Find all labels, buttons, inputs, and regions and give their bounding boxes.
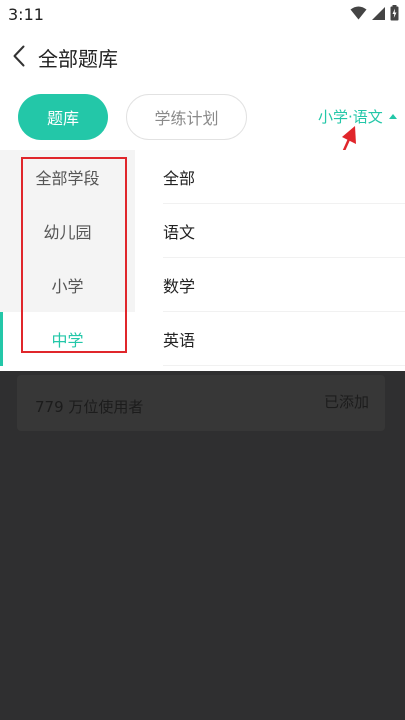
tab-study-plan[interactable]: 学练计划 (126, 94, 247, 140)
active-indicator (0, 312, 3, 366)
signal-icon (372, 6, 385, 20)
subject-list: 全部 语文 数学 英语 (135, 150, 405, 366)
added-button[interactable]: 已添加 (324, 391, 369, 412)
battery-icon (390, 5, 399, 21)
back-button[interactable] (8, 43, 30, 69)
caret-up-icon (388, 114, 397, 119)
subject-item-all[interactable]: 全部 (163, 150, 405, 204)
chevron-left-icon (13, 45, 25, 67)
page-title: 全部题库 (38, 47, 118, 71)
user-count-text: 779 万位使用者 (35, 398, 144, 416)
status-icons (350, 5, 399, 21)
status-bar: 3:11 (0, 0, 405, 30)
background-card: 779 万位使用者 已添加 (17, 375, 385, 431)
tab-question-bank[interactable]: 题库 (18, 94, 108, 140)
subject-item-math[interactable]: 数学 (163, 258, 405, 312)
level-item-secondary-label: 中学 (51, 331, 84, 350)
filter-label: 小学·语文 (318, 108, 383, 126)
filter-dropdown: 全部学段 幼儿园 小学 中学 全部 语文 数学 英语 (0, 150, 405, 370)
wifi-icon (350, 6, 367, 20)
level-item-kindergarten[interactable]: 幼儿园 (0, 204, 135, 258)
status-time: 3:11 (8, 5, 44, 24)
level-item-all[interactable]: 全部学段 (0, 150, 135, 204)
grade-subject-filter[interactable]: 小学·语文 (318, 106, 397, 127)
education-level-list: 全部学段 幼儿园 小学 中学 (0, 150, 135, 366)
level-item-secondary[interactable]: 中学 (0, 312, 135, 366)
level-item-primary[interactable]: 小学 (0, 258, 135, 312)
app-bar: 全部题库 (0, 30, 405, 82)
subject-item-english[interactable]: 英语 (163, 312, 405, 366)
dim-overlay[interactable]: 779 万位使用者 已添加 (0, 371, 405, 720)
subject-item-chinese[interactable]: 语文 (163, 204, 405, 258)
